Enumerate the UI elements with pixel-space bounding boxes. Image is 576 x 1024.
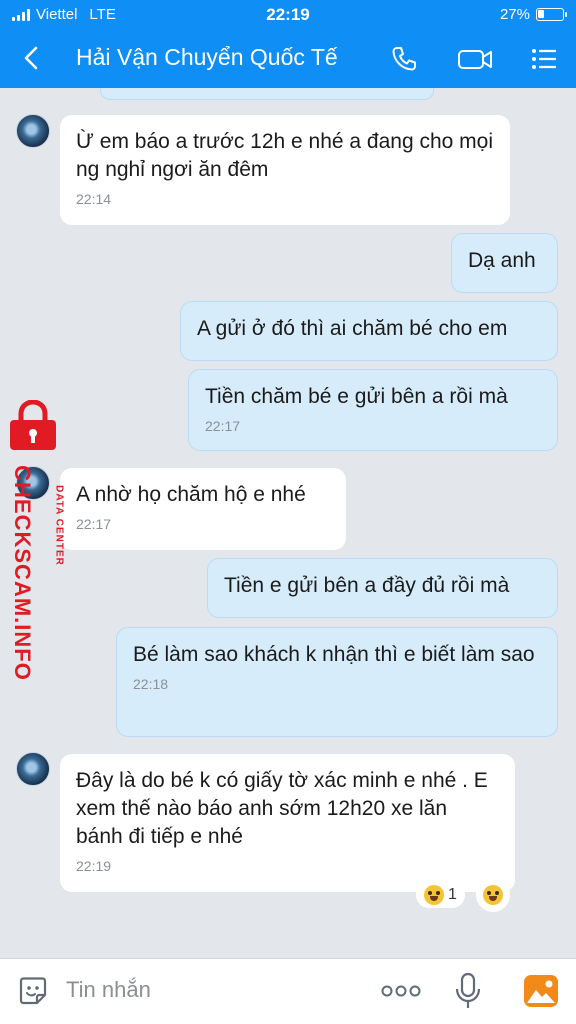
previous-message-edge	[100, 88, 434, 100]
message-text: Đây là do bé k có giấy tờ xác minh e nhé…	[76, 769, 488, 848]
message-bubble-outgoing[interactable]: Bé làm sao khách k nhận thì e biết làm s…	[116, 627, 558, 737]
message-text: Dạ anh	[468, 249, 536, 272]
menu-icon[interactable]	[528, 43, 560, 75]
battery-icon	[536, 8, 567, 21]
message-text: Bé làm sao khách k nhận thì e biết làm s…	[133, 643, 535, 666]
message-time: 22:18	[133, 676, 169, 692]
message-bubble-outgoing[interactable]: Tiền e gửi bên a đầy đủ rồi mà	[207, 558, 558, 618]
message-bubble-outgoing[interactable]: Tiền chăm bé e gửi bên a rồi mà 22:17	[188, 369, 558, 451]
add-reaction-button[interactable]	[476, 878, 510, 912]
mic-icon[interactable]	[454, 972, 482, 1010]
status-bar: Viettel LTE 22:19 27%	[0, 0, 576, 30]
message-time: 22:17	[205, 418, 241, 434]
contact-name[interactable]: Hải Vận Chuyển Quốc Tế	[76, 44, 338, 71]
avatar[interactable]	[16, 114, 50, 148]
watermark-brand: CHECKSCAM.INFO	[10, 465, 35, 681]
top-bar: Viettel LTE 22:19 27% Hải Vận Chuyển Quố…	[0, 0, 576, 88]
message-time: 22:14	[76, 191, 112, 207]
chat-header: Hải Vận Chuyển Quốc Tế	[0, 36, 576, 82]
back-icon[interactable]	[18, 44, 46, 72]
message-text: Tiền e gửi bên a đầy đủ rồi mà	[224, 574, 510, 597]
battery-info: 27%	[499, 6, 567, 23]
message-text: Tiền chăm bé e gửi bên a rồi mà	[205, 385, 508, 408]
video-call-icon[interactable]	[456, 43, 494, 75]
message-input[interactable]: Tin nhắn	[66, 977, 151, 1003]
message-bubble-incoming[interactable]: Ừ em báo a trước 12h e nhé a đang cho mọ…	[60, 115, 510, 225]
message-time: 22:19	[76, 858, 112, 874]
crying-emoji-icon	[424, 885, 444, 905]
message-bubble-outgoing[interactable]: A gửi ở đó thì ai chăm bé cho em	[180, 301, 558, 361]
phone-icon[interactable]	[388, 43, 420, 75]
watermark-sub: DATA CENTER	[53, 485, 65, 566]
battery-percent: 27%	[499, 6, 530, 23]
message-text: A nhờ họ chăm hộ e nhé	[76, 483, 306, 506]
message-text: A gửi ở đó thì ai chăm bé cho em	[197, 317, 508, 340]
message-bubble-incoming[interactable]: Đây là do bé k có giấy tờ xác minh e nhé…	[60, 754, 515, 892]
clock: 22:19	[266, 5, 310, 24]
message-text: Ừ em báo a trước 12h e nhé a đang cho mọ…	[76, 130, 494, 181]
message-input-bar: Tin nhắn	[0, 958, 576, 1024]
reaction-count: 1	[448, 886, 457, 903]
avatar[interactable]	[16, 752, 50, 786]
message-bubble-incoming[interactable]: A nhờ họ chăm hộ e nhé 22:17	[60, 468, 346, 550]
crying-emoji-icon	[483, 885, 503, 905]
reaction-summary[interactable]: 1	[416, 882, 465, 908]
chat-area[interactable]: Ừ em báo a trước 12h e nhé a đang cho mọ…	[0, 88, 576, 958]
photo-icon[interactable]	[522, 973, 560, 1009]
message-time: 22:17	[76, 516, 112, 532]
watermark: CHECKSCAM.INFO DATA CENTER	[4, 400, 65, 681]
more-icon[interactable]	[380, 981, 422, 1001]
message-bubble-outgoing[interactable]: Dạ anh	[451, 233, 558, 293]
sticker-icon[interactable]	[16, 974, 50, 1008]
